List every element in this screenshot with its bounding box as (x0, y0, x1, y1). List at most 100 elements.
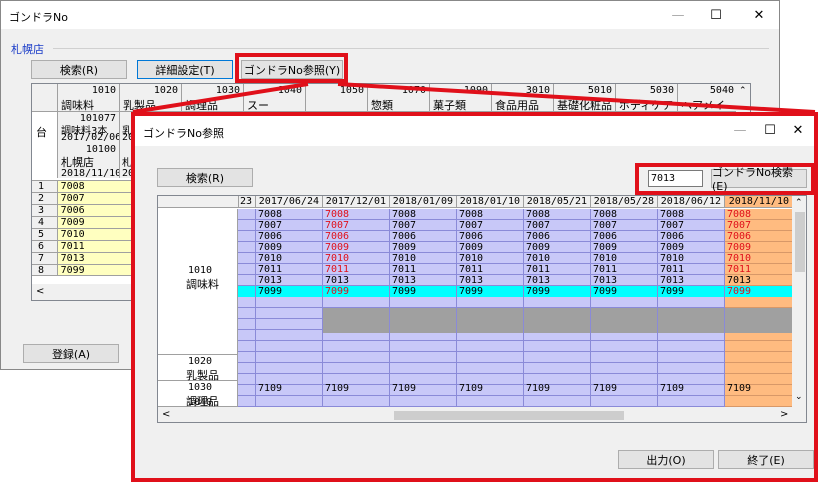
value-cell[interactable]: 7013 (593, 275, 617, 286)
close-icon[interactable]: ✕ (736, 1, 782, 29)
value-cell[interactable]: 7010 (258, 253, 282, 264)
scroll-up-icon[interactable]: ⌃ (795, 198, 803, 208)
gondola-ref-button[interactable]: ゴンドラNo参照(Y) (241, 60, 343, 79)
value-cell[interactable]: 7099 (392, 286, 416, 297)
value-cell[interactable]: 7013 (526, 275, 550, 286)
value-cell[interactable]: 7009 (392, 242, 416, 253)
value-cell[interactable]: 7007 (660, 220, 684, 231)
value-cell[interactable]: 7011 (727, 264, 751, 275)
ref-vscroll-thumb[interactable] (795, 212, 805, 272)
value-cell[interactable]: 7013 (325, 275, 349, 286)
value-cell[interactable]: 7008 (593, 209, 617, 220)
value-cell[interactable]: 7011 (526, 264, 550, 275)
ref-hscroll[interactable]: < > (158, 407, 806, 422)
value-cell[interactable]: 7011 (660, 264, 684, 275)
value-cell[interactable]: 7007 (258, 220, 282, 231)
gondola-number-input[interactable] (648, 170, 703, 187)
table-row[interactable]: 1 7008 (32, 180, 142, 192)
value-cell[interactable]: 7013 (660, 275, 684, 286)
value-cell[interactable]: 7009 (258, 242, 282, 253)
value-cell[interactable]: 7013 (459, 275, 483, 286)
value-cell[interactable]: 7006 (526, 231, 550, 242)
table-row[interactable]: 6 7011 (32, 240, 142, 252)
value-cell[interactable]: 7008 (325, 209, 349, 220)
maximize-icon[interactable]: ☐ (693, 1, 739, 29)
value-cell[interactable]: 7006 (727, 231, 751, 242)
search-button[interactable]: 検索(R) (31, 60, 127, 79)
value-cell[interactable]: 7006 (593, 231, 617, 242)
main-hscroll[interactable]: < (32, 284, 142, 300)
value-cell[interactable]: 7109 (526, 383, 550, 394)
scroll-up-icon[interactable]: ⌃ (739, 86, 747, 96)
value-cell[interactable]: 7011 (392, 264, 416, 275)
close-icon[interactable]: ✕ (775, 116, 820, 144)
value-cell[interactable]: 7099 (526, 286, 550, 297)
value-cell[interactable]: 7007 (593, 220, 617, 231)
gondola-search-button[interactable]: ゴンドラNo検索(E) (711, 166, 807, 193)
value-cell[interactable]: 7099 (593, 286, 617, 297)
value-cell[interactable]: 7109 (660, 383, 684, 394)
value-cell[interactable]: 7008 (392, 209, 416, 220)
ref-hscroll-thumb[interactable] (394, 411, 624, 420)
value-cell[interactable]: 7010 (392, 253, 416, 264)
scroll-right-icon[interactable]: > (780, 409, 788, 420)
table-row[interactable]: 8 7099 (32, 264, 142, 276)
value-cell[interactable]: 7011 (459, 264, 483, 275)
value-cell[interactable]: 7011 (258, 264, 282, 275)
table-row[interactable]: 2 7007 (32, 192, 142, 204)
ref-search-button[interactable]: 検索(R) (157, 168, 253, 187)
value-cell[interactable]: 7006 (459, 231, 483, 242)
scroll-down-icon[interactable]: ⌄ (795, 392, 803, 402)
table-row[interactable]: 5 7010 (32, 228, 142, 240)
table-row[interactable]: 7 7013 (32, 252, 142, 264)
value-cell[interactable]: 7010 (727, 253, 751, 264)
value-cell[interactable]: 7009 (593, 242, 617, 253)
table-row[interactable]: 4 7009 (32, 216, 142, 228)
register-button[interactable]: 登録(A) (23, 344, 119, 363)
value-cell[interactable]: 7109 (727, 383, 751, 394)
close-button[interactable]: 終了(E) (718, 450, 814, 469)
value-cell[interactable]: 7013 (727, 275, 751, 286)
value-cell[interactable]: 7109 (325, 383, 349, 394)
value-cell[interactable]: 7109 (258, 383, 282, 394)
value-cell[interactable]: 7007 (392, 220, 416, 231)
value-cell[interactable]: 7011 (325, 264, 349, 275)
value-cell[interactable]: 7006 (325, 231, 349, 242)
value-cell[interactable]: 7099 (258, 286, 282, 297)
value-cell[interactable]: 7007 (459, 220, 483, 231)
value-cell[interactable]: 7009 (325, 242, 349, 253)
scroll-left-icon[interactable]: < (162, 409, 170, 420)
value-cell[interactable]: 7007 (727, 220, 751, 231)
value-cell[interactable]: 7099 (459, 286, 483, 297)
value-cell[interactable]: 7099 (660, 286, 684, 297)
value-cell[interactable]: 7008 (258, 209, 282, 220)
value-cell[interactable]: 7099 (727, 286, 751, 297)
scroll-left-icon[interactable]: < (36, 286, 44, 297)
value-cell[interactable]: 7006 (392, 231, 416, 242)
value-cell[interactable]: 7013 (258, 275, 282, 286)
value-cell[interactable]: 7011 (593, 264, 617, 275)
value-cell[interactable]: 7009 (526, 242, 550, 253)
value-cell[interactable]: 7009 (459, 242, 483, 253)
table-row[interactable]: 3 7006 (32, 204, 142, 216)
value-cell[interactable]: 7008 (459, 209, 483, 220)
value-cell[interactable]: 7006 (660, 231, 684, 242)
value-cell[interactable]: 7009 (660, 242, 684, 253)
detail-settings-button[interactable]: 詳細設定(T) (137, 60, 233, 79)
value-cell[interactable]: 7013 (392, 275, 416, 286)
value-cell[interactable]: 7007 (526, 220, 550, 231)
value-cell[interactable]: 7010 (660, 253, 684, 264)
value-cell[interactable]: 7007 (325, 220, 349, 231)
value-cell[interactable]: 7109 (392, 383, 416, 394)
value-cell[interactable]: 7109 (459, 383, 483, 394)
value-cell[interactable]: 7010 (593, 253, 617, 264)
value-cell[interactable]: 7010 (526, 253, 550, 264)
value-cell[interactable]: 7099 (325, 286, 349, 297)
value-cell[interactable]: 7008 (526, 209, 550, 220)
value-cell[interactable]: 7008 (727, 209, 751, 220)
value-cell[interactable]: 7010 (459, 253, 483, 264)
value-cell[interactable]: 7010 (325, 253, 349, 264)
output-button[interactable]: 出力(O) (618, 450, 714, 469)
value-cell[interactable]: 7006 (258, 231, 282, 242)
value-cell[interactable]: 7109 (593, 383, 617, 394)
